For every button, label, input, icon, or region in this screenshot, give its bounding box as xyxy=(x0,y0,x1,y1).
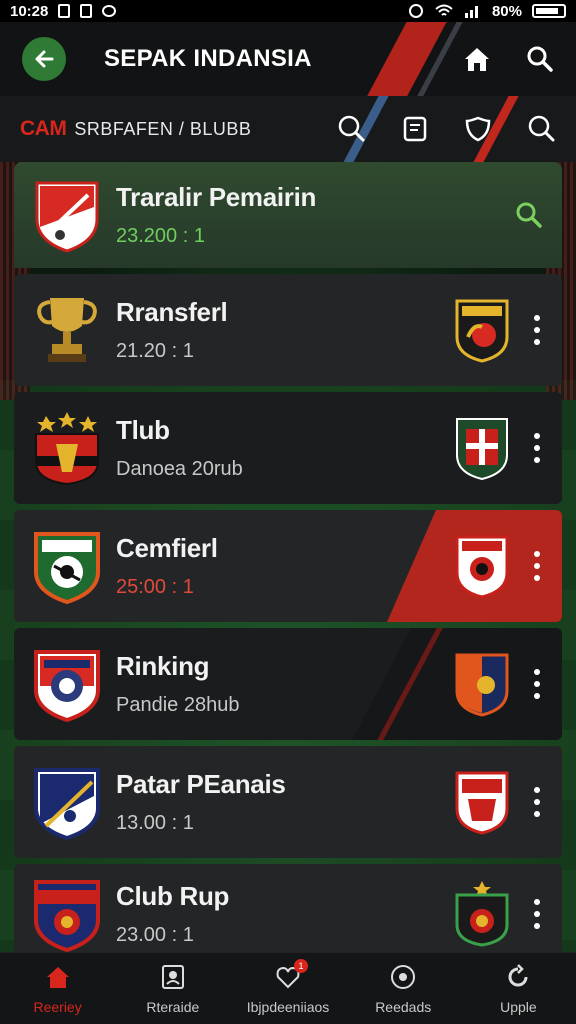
signal-icon xyxy=(464,6,478,18)
sub-bar: CAM SRBFAFEN / BLUBB xyxy=(0,96,576,162)
nav-item-home[interactable]: Reeriey xyxy=(0,953,115,1024)
list-item[interactable]: Patar PEanais 13.00 : 1 xyxy=(14,746,562,858)
section-title: SRBFAFEN / BLUBB xyxy=(74,118,252,139)
app-bar: SEPAK INDANSIA xyxy=(0,22,576,96)
search-icon[interactable] xyxy=(528,115,556,143)
nav-item-profile[interactable]: Rteraide xyxy=(115,953,230,1024)
nav-icon-wrap: 1 xyxy=(274,958,308,991)
search-icon[interactable] xyxy=(526,45,554,73)
club-name: Cemfierl xyxy=(116,533,218,563)
trophy-icon xyxy=(37,298,97,362)
club-meta: 25:00 : 1 xyxy=(116,576,194,598)
club-crest-icon xyxy=(34,880,100,952)
notification-badge: 1 xyxy=(294,958,308,973)
nav-label: Upple xyxy=(500,998,537,1015)
search-icon[interactable] xyxy=(514,200,544,230)
club-meta: 13.00 : 1 xyxy=(116,812,194,834)
search-icon[interactable] xyxy=(338,115,366,143)
profile-card-icon xyxy=(161,964,184,989)
page-title: SEPAK INDANSIA xyxy=(104,45,312,72)
battery-icon xyxy=(532,4,566,18)
club-name: Rinking xyxy=(116,651,210,681)
more-options-button[interactable] xyxy=(530,433,544,463)
more-options-button[interactable] xyxy=(530,787,544,817)
club-crest-icon xyxy=(34,768,100,840)
club-meta: 21.20 : 1 xyxy=(116,340,194,362)
home-icon[interactable] xyxy=(462,45,492,73)
club-crest-icon xyxy=(455,535,509,599)
club-crest-icon xyxy=(35,412,99,486)
sim-icon xyxy=(80,4,93,18)
chat-icon xyxy=(102,5,117,17)
more-options-button[interactable] xyxy=(530,551,544,581)
nav-label: Reeriey xyxy=(33,998,82,1015)
nav-label: Reedads xyxy=(375,998,432,1015)
club-crest-icon xyxy=(34,532,100,604)
nav-label: Ibjpdeeniiaos xyxy=(246,998,330,1015)
club-crest-icon xyxy=(35,181,99,253)
club-meta: Danoea 20rub xyxy=(116,458,243,480)
alarm-icon xyxy=(408,4,423,18)
club-crest-icon xyxy=(455,653,509,717)
club-crest-icon xyxy=(455,771,509,835)
club-name: Tlub xyxy=(116,415,170,445)
club-list: Traralir Pemairin 23.200 : 1 Rransferl 2… xyxy=(14,162,562,970)
shield-icon[interactable] xyxy=(464,115,492,143)
brand-label: CAM xyxy=(20,117,67,140)
club-crest-icon xyxy=(455,299,509,363)
wifi-icon xyxy=(435,4,453,16)
arrow-left-icon xyxy=(35,50,54,68)
home-icon xyxy=(46,966,69,988)
list-item[interactable]: Tlub Danoea 20rub xyxy=(14,392,562,504)
nav-item-upple[interactable]: Upple xyxy=(461,953,576,1024)
nav-item-reeds[interactable]: Reedads xyxy=(346,953,461,1024)
club-crest-icon xyxy=(456,418,508,481)
refresh-icon xyxy=(508,963,528,986)
more-options-button[interactable] xyxy=(530,899,544,929)
club-name: Traralir Pemairin xyxy=(116,182,317,212)
club-name: Patar PEanais xyxy=(116,769,286,799)
battery-percent: 80% xyxy=(491,2,522,20)
club-crest-icon xyxy=(455,881,509,947)
list-item[interactable]: Rinking Pandie 28hub xyxy=(14,628,562,740)
status-bar: 10:28 80% xyxy=(0,0,576,22)
more-options-button[interactable] xyxy=(530,315,544,345)
back-button[interactable] xyxy=(22,37,66,81)
list-item[interactable]: Rransferl 21.20 : 1 xyxy=(14,274,562,386)
club-crest-icon xyxy=(34,650,100,722)
bottom-navigation: Reeriey Rteraide 1 Ibjpdeeniiaos Reedads… xyxy=(0,952,576,1024)
status-time: 10:28 xyxy=(10,2,49,20)
list-item[interactable]: Traralir Pemairin 23.200 : 1 xyxy=(14,162,562,268)
club-meta: 23.200 : 1 xyxy=(116,225,205,247)
club-name: Rransferl xyxy=(116,297,228,327)
notification-icon xyxy=(58,4,71,18)
ball-icon xyxy=(391,964,416,989)
club-meta: Pandie 28hub xyxy=(116,694,240,716)
more-options-button[interactable] xyxy=(530,669,544,699)
nav-item-notifications[interactable]: 1 Ibjpdeeniiaos xyxy=(230,953,345,1024)
document-icon[interactable] xyxy=(402,115,428,143)
club-name: Club Rup xyxy=(116,881,230,911)
list-item[interactable]: Cemfierl 25:00 : 1 xyxy=(14,510,562,622)
nav-label: Rteraide xyxy=(146,998,200,1015)
club-meta: 23.00 : 1 xyxy=(116,924,194,946)
list-item[interactable]: Club Rup 23.00 : 1 xyxy=(14,864,562,964)
